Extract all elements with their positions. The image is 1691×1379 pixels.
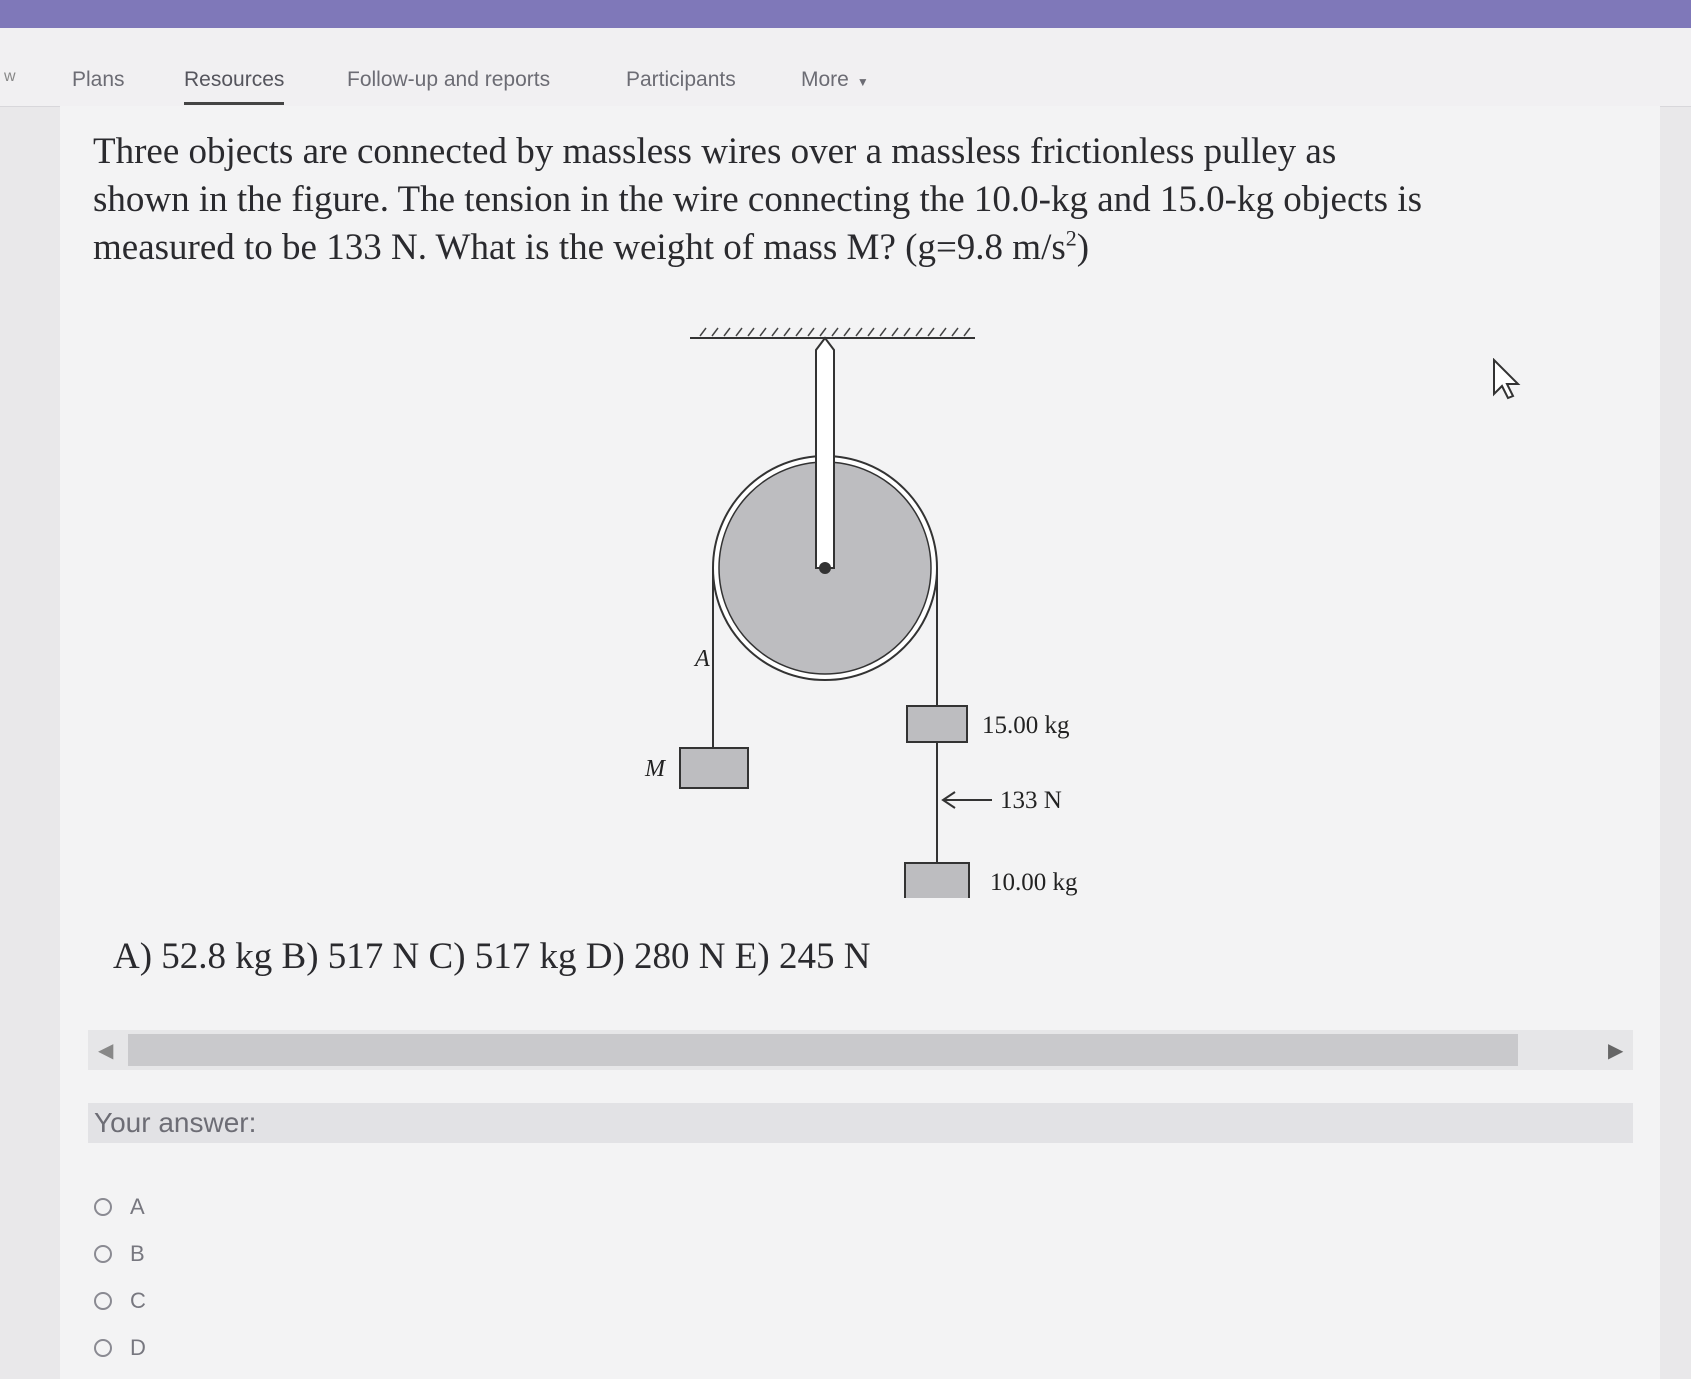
- option-c[interactable]: C: [94, 1288, 146, 1314]
- tab-plans[interactable]: Plans: [72, 68, 125, 92]
- label-a: A: [693, 646, 710, 672]
- option-b[interactable]: B: [94, 1241, 145, 1267]
- tab-more-label: More: [801, 68, 849, 91]
- label-m: M: [644, 756, 667, 782]
- ceiling-hatch: [699, 327, 971, 337]
- option-label: B: [130, 1241, 145, 1266]
- tab-more[interactable]: More ▼: [801, 68, 869, 92]
- horizontal-scrollbar[interactable]: ◀ ▶: [88, 1030, 1633, 1070]
- answer-header: Your answer:: [88, 1103, 1633, 1143]
- scroll-right-arrow-icon[interactable]: ▶: [1608, 1038, 1623, 1063]
- caret-down-icon: ▼: [856, 75, 869, 89]
- option-label: D: [130, 1335, 146, 1360]
- option-label: C: [130, 1288, 146, 1313]
- pulley-axle: [819, 562, 831, 574]
- radio-icon[interactable]: [94, 1339, 112, 1357]
- label-mass-lower: 10.00 kg: [990, 869, 1078, 896]
- pulley-support: [815, 336, 835, 569]
- question-line-3: measured to be 133 N. What is the weight…: [93, 225, 1090, 268]
- option-d[interactable]: D: [94, 1335, 146, 1361]
- mass-15kg-block: [906, 705, 968, 743]
- mouse-pointer-icon: [1493, 358, 1521, 400]
- radio-icon[interactable]: [94, 1198, 112, 1216]
- your-answer-label: Your answer:: [94, 1107, 257, 1138]
- mass-m-block: [679, 747, 749, 789]
- scroll-thumb[interactable]: [128, 1034, 1518, 1066]
- label-mass-upper: 15.00 kg: [982, 712, 1070, 739]
- pulley-figure: A M 15.00 kg 133 N 10.00 kg: [644, 327, 1078, 898]
- question-line-1: Three objects are connected by massless …: [93, 131, 1337, 172]
- scroll-left-arrow-icon[interactable]: ◀: [98, 1038, 113, 1063]
- tab-resources[interactable]: Resources: [184, 68, 285, 105]
- tab-participants[interactable]: Participants: [626, 68, 736, 92]
- radio-icon[interactable]: [94, 1292, 112, 1310]
- option-a[interactable]: A: [94, 1194, 145, 1220]
- question-text: Three objects are connected by massless …: [93, 128, 1613, 272]
- radio-icon[interactable]: [94, 1245, 112, 1263]
- question-line-2: shown in the figure. The tension in the …: [93, 179, 1422, 220]
- tab-bar: w Plans Resources Follow-up and reports …: [0, 28, 1691, 107]
- tab-follow-up-and-reports[interactable]: Follow-up and reports: [347, 68, 550, 92]
- tab-partial[interactable]: w: [4, 68, 16, 86]
- answer-choices-text: A) 52.8 kg B) 517 N C) 517 kg D) 280 N E…: [113, 936, 871, 977]
- option-label: A: [130, 1194, 145, 1219]
- label-tension: 133 N: [1000, 787, 1062, 814]
- mass-10kg-block: [904, 862, 970, 898]
